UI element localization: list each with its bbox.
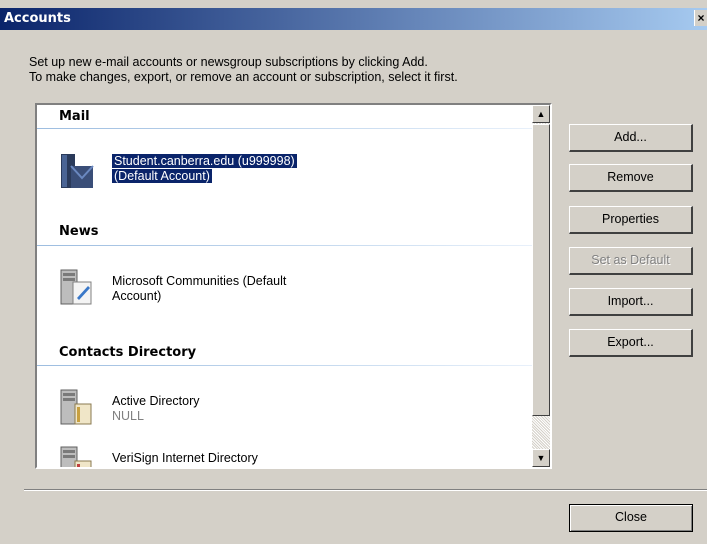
directory-server-icon (57, 388, 95, 426)
account-detail: NULL (112, 409, 144, 423)
account-item-active-directory[interactable]: Active Directory NULL (112, 394, 200, 424)
group-header-contacts: Contacts Directory (59, 345, 197, 360)
vertical-scrollbar[interactable]: ▲ ▼ (532, 105, 550, 467)
group-header-news: News (59, 224, 99, 239)
accounts-list[interactable]: Mail Student.canberra.edu (u999998) (Def… (35, 103, 552, 469)
group-divider (37, 365, 532, 366)
close-icon[interactable]: × (694, 10, 707, 26)
account-name: Student.canberra.edu (u999998) (111, 153, 298, 169)
account-name: Active Directory (112, 394, 200, 408)
separator (24, 489, 707, 491)
account-item-news[interactable]: Microsoft Communities (Default Account) (112, 274, 286, 304)
account-name-cont: Account) (112, 289, 162, 303)
window-title: Accounts (4, 11, 71, 26)
account-name: VeriSign Internet Directory (112, 451, 258, 465)
remove-button[interactable]: Remove (569, 164, 693, 192)
set-default-button[interactable]: Set as Default (569, 247, 693, 275)
group-header-mail: Mail (59, 109, 90, 124)
add-button[interactable]: Add... (569, 124, 693, 152)
directory-server-icon (57, 445, 95, 467)
export-button[interactable]: Export... (569, 329, 693, 357)
scroll-up-button[interactable]: ▲ (532, 105, 550, 123)
account-item-mail[interactable]: Student.canberra.edu (u999998) (Default … (111, 153, 298, 184)
account-name: Microsoft Communities (Default (112, 274, 287, 288)
account-item-verisign[interactable]: VeriSign Internet Directory (112, 451, 258, 466)
account-status: (Default Account) (111, 168, 213, 184)
news-server-icon (57, 268, 95, 306)
instruction-line-2: To make changes, export, or remove an ac… (29, 70, 458, 84)
title-bar: Accounts × (0, 8, 707, 30)
close-button[interactable]: Close (569, 504, 693, 532)
properties-button[interactable]: Properties (569, 206, 693, 234)
scroll-down-button[interactable]: ▼ (532, 449, 550, 467)
group-divider (37, 245, 532, 246)
instruction-line-1: Set up new e-mail accounts or newsgroup … (29, 55, 428, 69)
group-divider (37, 128, 532, 129)
import-button[interactable]: Import... (569, 288, 693, 316)
scroll-thumb[interactable] (532, 124, 550, 416)
mail-account-icon (57, 152, 95, 190)
